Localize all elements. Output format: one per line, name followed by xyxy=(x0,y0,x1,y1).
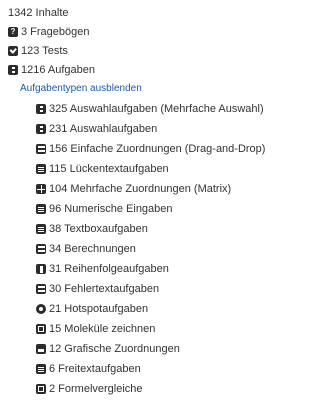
cloze-icon xyxy=(36,164,46,174)
category-questionnaires: 3 Fragebögen xyxy=(8,24,90,40)
task-type-label: 30 Fehlertextaufgaben xyxy=(49,283,160,295)
task-type-item: 34 Berechnungen xyxy=(36,241,136,257)
category-label: 123 Tests xyxy=(21,45,68,57)
task-type-label: 2 Formelvergleiche xyxy=(49,383,143,395)
hotspot-icon xyxy=(36,304,46,314)
molecule-icon xyxy=(36,324,46,334)
single-choice-icon xyxy=(36,124,46,134)
free-text-icon xyxy=(36,364,46,374)
task-type-label: 12 Grafische Zuordnungen xyxy=(49,343,180,355)
task-type-item: 38 Textboxaufgaben xyxy=(36,221,148,237)
task-type-label: 231 Auswahlaufgaben xyxy=(49,123,158,135)
task-type-item: 231 Auswahlaufgaben xyxy=(36,121,157,137)
numeric-input-icon xyxy=(36,204,46,214)
task-type-item: 30 Fehlertextaufgaben xyxy=(36,281,159,297)
category-label: 1216 Aufgaben xyxy=(21,64,96,76)
drag-drop-icon xyxy=(36,144,46,154)
task-type-item: 104 Mehrfache Zuordnungen (Matrix) xyxy=(36,181,231,197)
hide-task-types-link[interactable]: Aufgabentypen ausblenden xyxy=(20,81,142,97)
total-count-label: 1342 Inhalte xyxy=(8,7,69,19)
multiple-choice-icon xyxy=(36,104,46,114)
task-type-item: 21 Hotspotaufgaben xyxy=(36,301,148,317)
task-type-item: 31 Reihenfolgeaufgaben xyxy=(36,261,169,277)
category-label: 3 Fragebögen xyxy=(21,26,90,38)
category-tests: 123 Tests xyxy=(8,43,68,59)
task-type-label: 115 Lückentextaufgaben xyxy=(49,163,169,175)
task-type-item: 6 Freitextaufgaben xyxy=(36,361,141,377)
task-type-label: 96 Numerische Eingaben xyxy=(49,203,173,215)
graphic-matching-icon xyxy=(36,344,46,354)
category-tasks: 1216 Aufgaben xyxy=(8,62,95,78)
ordering-icon xyxy=(36,264,46,274)
task-type-label: 6 Freitextaufgaben xyxy=(49,363,141,375)
calculation-icon xyxy=(36,244,46,254)
task-icon xyxy=(8,65,18,75)
task-type-label: 34 Berechnungen xyxy=(49,243,136,255)
error-text-icon xyxy=(36,284,46,294)
task-type-label: 31 Reihenfolgeaufgaben xyxy=(49,263,169,275)
task-type-item: 96 Numerische Eingaben xyxy=(36,201,173,217)
textbox-icon xyxy=(36,224,46,234)
matrix-icon xyxy=(36,184,46,194)
hide-task-types-label[interactable]: Aufgabentypen ausblenden xyxy=(20,81,142,97)
task-type-label: 38 Textboxaufgaben xyxy=(49,223,148,235)
task-type-label: 104 Mehrfache Zuordnungen (Matrix) xyxy=(49,183,232,195)
task-type-item: 12 Grafische Zuordnungen xyxy=(36,341,180,357)
task-type-label: 15 Moleküle zeichnen xyxy=(49,323,156,335)
task-type-label: 21 Hotspotaufgaben xyxy=(49,303,149,315)
task-type-item: 2 Formelvergleiche xyxy=(36,381,143,397)
task-type-label: 156 Einfache Zuordnungen (Drag-and-Drop) xyxy=(49,143,266,155)
task-type-label: 325 Auswahlaufgaben (Mehrfache Auswahl) xyxy=(49,103,264,115)
task-type-item: 15 Moleküle zeichnen xyxy=(36,321,155,337)
task-type-item: 325 Auswahlaufgaben (Mehrfache Auswahl) xyxy=(36,101,264,117)
questionnaire-icon xyxy=(8,27,18,37)
formula-icon xyxy=(36,384,46,394)
task-type-item: 156 Einfache Zuordnungen (Drag-and-Drop) xyxy=(36,141,265,157)
task-type-item: 115 Lückentextaufgaben xyxy=(36,161,169,177)
total-count: 1342 Inhalte xyxy=(8,5,69,21)
checkbox-icon xyxy=(8,46,18,56)
